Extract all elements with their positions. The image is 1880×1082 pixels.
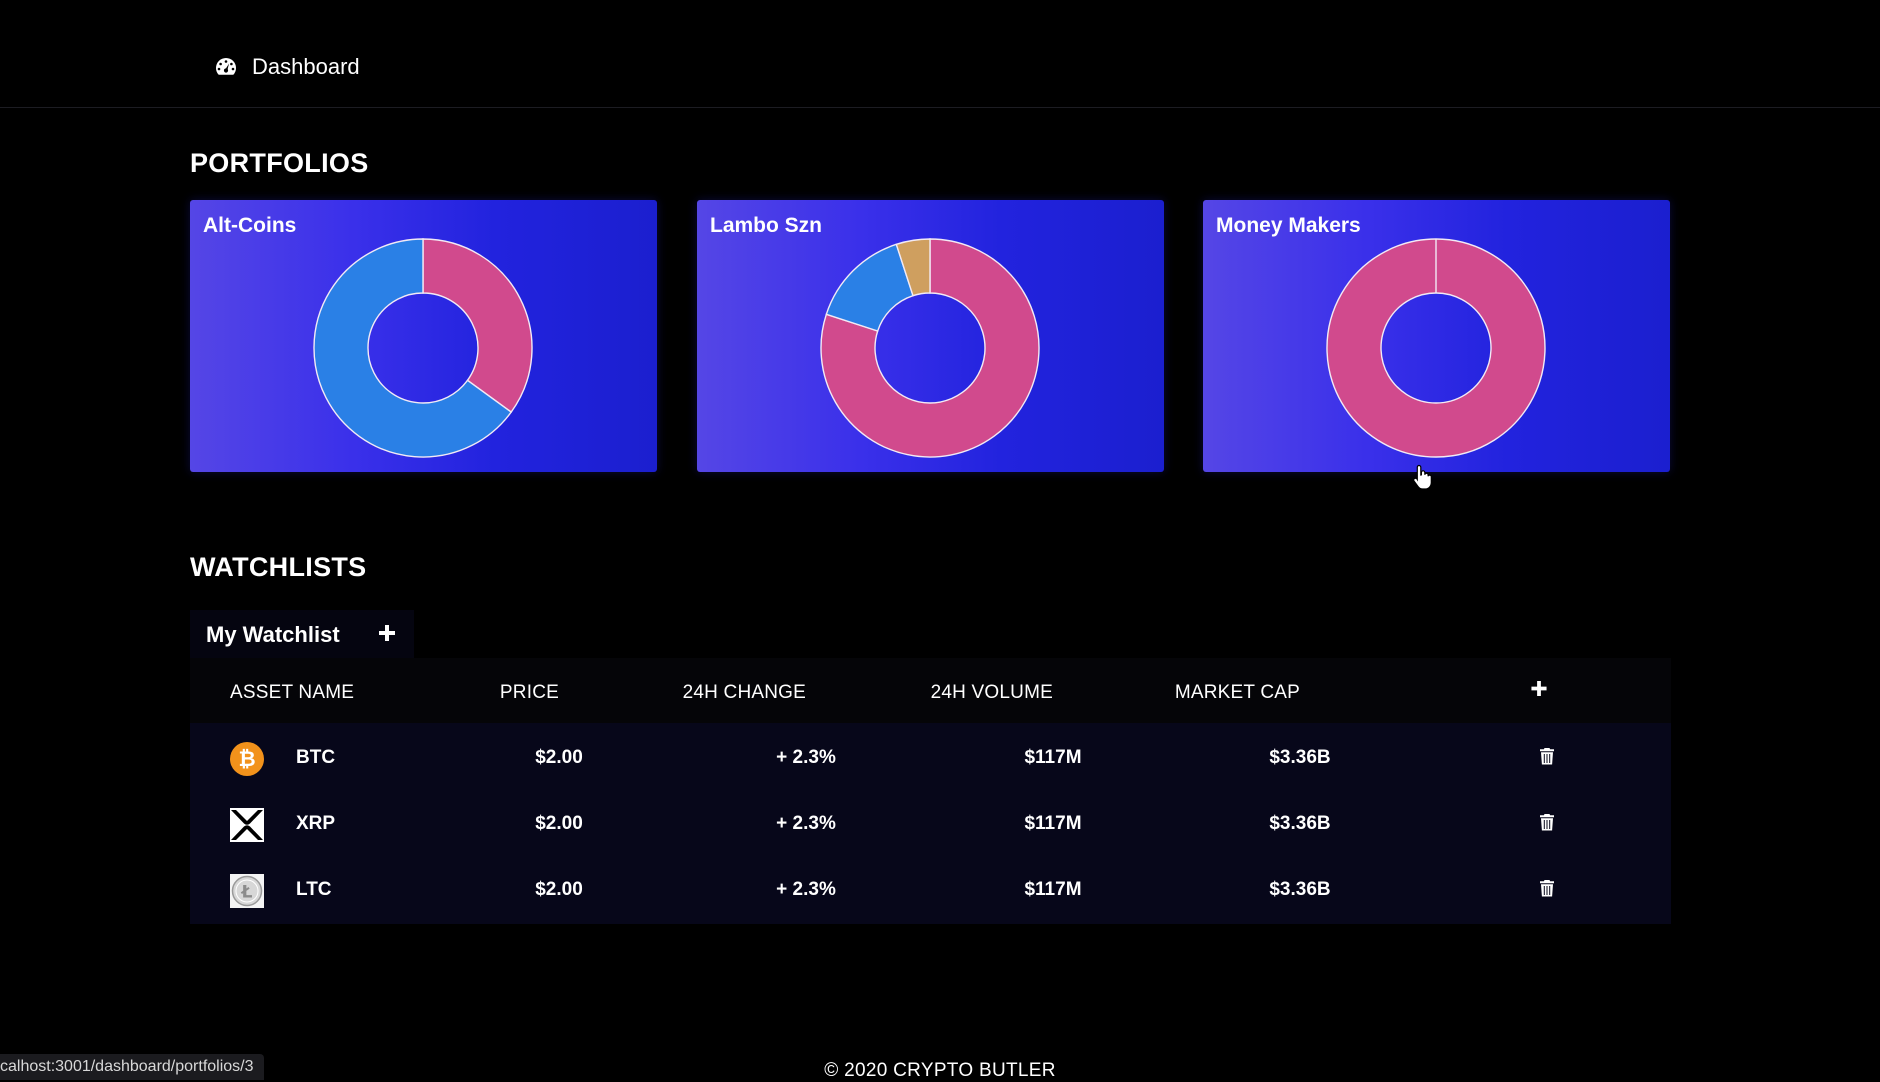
- asset-market-cap-value: $3.36B: [1269, 747, 1331, 768]
- table-row[interactable]: XRP $2.00 + 2.3% $117M $3.36B: [190, 791, 1671, 857]
- portfolio-card-title: Money Makers: [1216, 214, 1361, 237]
- watchlist-tabs: My Watchlist: [190, 610, 414, 662]
- portfolio-card-alt-coins[interactable]: Alt-Coins: [190, 200, 657, 472]
- watchlist-table: ASSET NAME PRICE 24H CHANGE 24H VOLUME M…: [190, 658, 1671, 924]
- add-watchlist-button[interactable]: [372, 618, 402, 648]
- nav-dashboard-label: Dashboard: [252, 54, 360, 79]
- nav-dashboard-link[interactable]: Dashboard: [214, 54, 360, 80]
- asset-24h-change-value: + 2.3%: [776, 813, 836, 834]
- table-header: ASSET NAME PRICE 24H CHANGE 24H VOLUME M…: [190, 658, 1671, 723]
- plus-icon: [1530, 680, 1547, 697]
- asset-market-cap: $3.36B: [1269, 879, 1361, 901]
- tachometer-icon: [216, 58, 236, 75]
- asset-24h-change: + 2.3%: [776, 879, 866, 901]
- litecoin-icon: Ł: [230, 874, 264, 908]
- portfolio-donut-chart: [313, 238, 533, 458]
- asset-symbol: BTC: [296, 747, 336, 768]
- asset-symbol: XRP: [296, 813, 336, 834]
- bitcoin-icon: ₿: [230, 742, 264, 776]
- asset-24h-change: + 2.3%: [776, 813, 866, 835]
- asset-24h-volume: $117M: [1024, 813, 1110, 835]
- table-row[interactable]: Ł LTC $2.00 + 2.3% $117M $3.36B: [190, 857, 1671, 923]
- xrp-icon: [230, 808, 264, 842]
- header-asset-name: ASSET NAME: [230, 682, 355, 703]
- portfolio-card-title: Lambo Szn: [710, 214, 823, 237]
- asset-market-cap-value: $3.36B: [1269, 813, 1331, 834]
- portfolio-card-money-makers[interactable]: Money Makers: [1203, 200, 1670, 472]
- trash-icon: [1540, 880, 1554, 897]
- delete-asset-button[interactable]: [1540, 748, 1561, 771]
- footer-copyright: © 2020 CRYPTO BUTLER: [824, 1060, 1056, 1081]
- asset-24h-volume: $117M: [1024, 879, 1110, 901]
- portfolio-card-title: Alt-Coins: [203, 214, 297, 237]
- delete-asset-button[interactable]: [1540, 880, 1561, 903]
- asset-market-cap-value: $3.36B: [1269, 879, 1331, 900]
- asset-price: $2.00: [535, 747, 607, 769]
- asset-24h-volume-value: $117M: [1024, 879, 1082, 900]
- asset-price-value: $2.00: [535, 747, 583, 768]
- asset-24h-change-value: + 2.3%: [776, 747, 836, 768]
- asset-price: $2.00: [535, 879, 607, 901]
- asset-24h-change: + 2.3%: [776, 747, 866, 769]
- portfolio-donut-chart: [820, 238, 1040, 458]
- delete-asset-button[interactable]: [1540, 814, 1561, 837]
- tab-my-watchlist[interactable]: My Watchlist: [206, 622, 340, 648]
- header-24h-change-label: 24H CHANGE: [682, 682, 807, 703]
- svg-text:₿: ₿: [238, 747, 255, 771]
- browser-status-url: calhost:3001/dashboard/portfolios/3: [0, 1054, 264, 1080]
- portfolio-cards: Alt-Coins Lambo Szn Money Makers: [190, 200, 1670, 472]
- svg-text:Ł: Ł: [241, 883, 253, 903]
- header-market-cap-label: MARKET CAP: [1174, 682, 1300, 703]
- plus-icon: [379, 625, 395, 641]
- asset-24h-change-value: + 2.3%: [776, 879, 836, 900]
- header-price-label: PRICE: [499, 682, 560, 703]
- table-row[interactable]: ₿ BTC $2.00 + 2.3% $117M $3.36B: [190, 725, 1671, 791]
- top-navbar: Dashboard: [0, 0, 1880, 108]
- portfolios-heading: PORTFOLIOS: [190, 148, 369, 178]
- watchlists-heading: WATCHLISTS: [190, 552, 367, 582]
- portfolio-donut-chart: [1326, 238, 1546, 458]
- trash-icon: [1540, 748, 1554, 765]
- asset-price-value: $2.00: [535, 813, 583, 834]
- asset-symbol: LTC: [296, 879, 332, 900]
- asset-price-value: $2.00: [535, 879, 583, 900]
- trash-icon: [1540, 814, 1554, 831]
- portfolio-card-lambo-szn[interactable]: Lambo Szn: [697, 200, 1164, 472]
- hand-cursor-icon: [1413, 464, 1432, 490]
- asset-24h-volume-value: $117M: [1024, 813, 1082, 834]
- asset-24h-volume: $117M: [1024, 747, 1110, 769]
- donut-slice[interactable]: [422, 238, 533, 414]
- asset-market-cap: $3.36B: [1269, 813, 1361, 835]
- asset-price: $2.00: [535, 813, 607, 835]
- header-24h-volume-label: 24H VOLUME: [930, 682, 1053, 703]
- asset-market-cap: $3.36B: [1269, 747, 1361, 769]
- asset-24h-volume-value: $117M: [1024, 747, 1082, 768]
